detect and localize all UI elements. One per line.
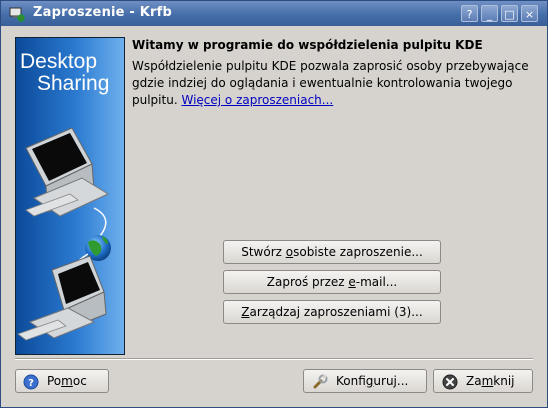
button-mnemonic: e [348,275,356,289]
help-icon: ? [23,374,39,389]
button-label-part: oc [72,374,87,388]
banner-title-line1: Desktop [20,50,97,73]
close-icon [442,374,458,389]
welcome-description: Współdzielenie pulpitu KDE pozwala zapro… [132,58,532,109]
button-label-part: sobiste zaproszenie... [293,245,423,259]
help-button[interactable]: ? Pomoc [15,369,109,393]
close-button[interactable]: Zamknij [433,369,533,393]
minimize-icon: _ [486,8,493,21]
button-label-part: Po [47,374,62,388]
help-titlebar-button[interactable]: ? [461,5,478,22]
more-about-invitations-link[interactable]: Więcej o zaproszeniach... [181,93,333,107]
wrench-icon [313,374,328,388]
maximize-button[interactable]: □ [501,5,518,22]
button-mnemonic: o [285,245,294,259]
button-label-part: Za [466,374,482,388]
manage-invitations-button[interactable]: Zarządzaj zaproszeniami (3)... [223,300,441,324]
button-mnemonic: Z [241,305,250,319]
krfb-invitation-window: Zaproszenie - Krfb ? _ □ × Desktop Shari… [0,0,548,408]
button-label-part: arządzaj zaproszeniami (3)... [249,305,423,319]
create-personal-invitation-button[interactable]: Stwórz osobiste zaproszenie... [223,240,441,264]
title-bar[interactable]: Zaproszenie - Krfb ? _ □ × [1,1,547,26]
svg-text:?: ? [28,378,34,389]
maximize-icon: □ [504,8,515,21]
close-icon: × [524,8,535,21]
button-label-part: uruj... [373,374,409,388]
button-label-part: -mail... [355,275,398,289]
window-title: Zaproszenie - Krfb [33,5,172,20]
krfb-app-icon[interactable] [9,6,25,22]
configure-button[interactable]: Konfiguruj... [303,369,427,393]
button-label-part: knij [493,374,515,388]
button-label-part: Stwórz [241,245,286,259]
button-label-part: Konfi [336,374,366,388]
banner-illustration: Desktop Sharing [16,38,124,354]
button-label-part: Zaproś przez [266,275,349,289]
button-mnemonic: m [61,374,73,388]
desktop-sharing-banner: Desktop Sharing [15,37,125,355]
question-icon: ? [466,8,473,21]
minimize-button[interactable]: _ [481,5,498,22]
footer-separator [15,358,533,360]
button-mnemonic: m [481,374,494,388]
close-titlebar-button[interactable]: × [521,5,538,22]
dialog-body: Desktop Sharing Witamy w programie do ws… [1,26,547,407]
invite-by-email-button[interactable]: Zaproś przez e-mail... [223,270,441,294]
welcome-heading: Witamy w programie do współdzielenia pul… [132,38,483,52]
banner-title-line2: Sharing [37,72,109,95]
